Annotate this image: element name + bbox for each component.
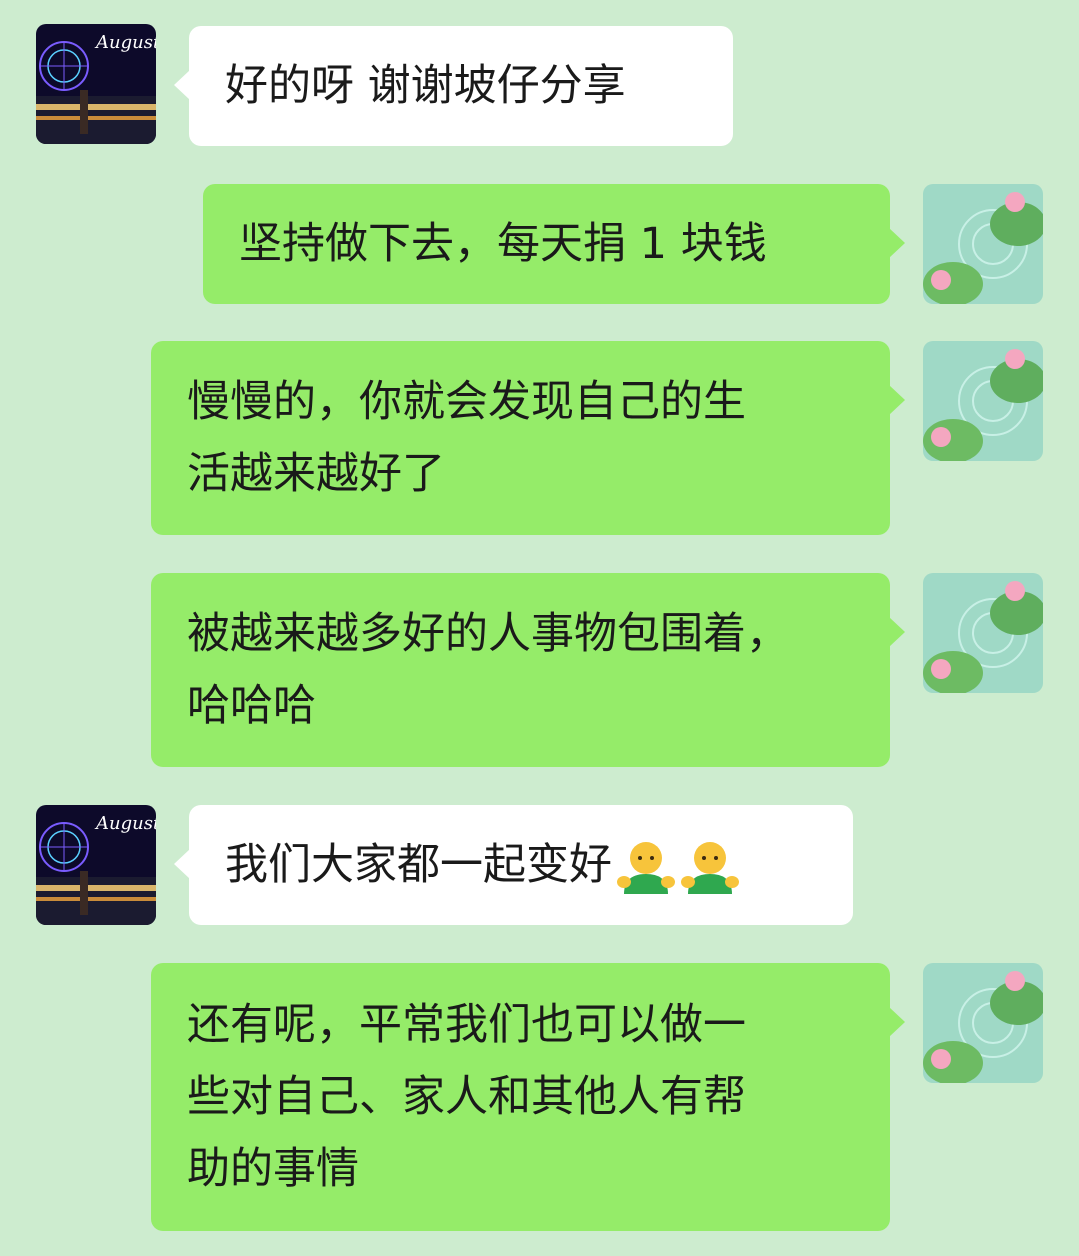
self-avatar[interactable] — [923, 184, 1043, 304]
message-bubble[interactable]: 还有呢，平常我们也可以做一 些对自己、家人和其他人有帮 助的事情 — [151, 963, 905, 1231]
sender-avatar[interactable]: August — [36, 805, 156, 925]
lotus-pond-avatar-icon — [923, 341, 1043, 461]
ferris-wheel-night-avatar-icon: August — [36, 805, 156, 925]
message-text: 被越来越多好的人事物包围着， 哈哈哈 — [187, 609, 789, 731]
sender-avatar[interactable]: August — [36, 24, 156, 144]
self-avatar[interactable] — [923, 341, 1043, 461]
message-text: 我们大家都一起变好 — [225, 840, 612, 890]
message-text: 还有呢，平常我们也可以做一 些对自己、家人和其他人有帮 助的事情 — [187, 1000, 746, 1194]
message-bubble[interactable]: 坚持做下去，每天捐 1 块钱 — [203, 184, 905, 304]
lotus-pond-avatar-icon — [923, 573, 1043, 693]
self-avatar[interactable] — [923, 963, 1043, 1083]
message-bubble[interactable]: 慢慢的，你就会发现自己的生 活越来越好了 — [151, 341, 905, 535]
message-bubble[interactable]: 好的呀 谢谢坡仔分享 — [174, 26, 733, 146]
chat-thread: August 好的呀 谢谢坡仔分享 坚持做下去，每天捐 1 块钱 慢慢的，你就会… — [0, 0, 1079, 1256]
avatar-caption: August — [94, 32, 156, 53]
person-hugging-emoji-icon — [616, 838, 676, 898]
avatar-caption: August — [94, 813, 156, 834]
lotus-pond-avatar-icon — [923, 963, 1043, 1083]
message-bubble[interactable]: 我们大家都一起变好 — [174, 805, 853, 925]
message-text: 慢慢的，你就会发现自己的生 活越来越好了 — [187, 377, 746, 499]
message-text: 坚持做下去，每天捐 1 块钱 — [239, 219, 767, 269]
message-text: 好的呀 谢谢坡仔分享 — [225, 61, 626, 111]
lotus-pond-avatar-icon — [923, 184, 1043, 304]
message-bubble[interactable]: 被越来越多好的人事物包围着， 哈哈哈 — [151, 573, 905, 767]
person-hugging-emoji-icon — [680, 838, 740, 898]
ferris-wheel-night-avatar-icon: August — [36, 24, 156, 144]
self-avatar[interactable] — [923, 573, 1043, 693]
